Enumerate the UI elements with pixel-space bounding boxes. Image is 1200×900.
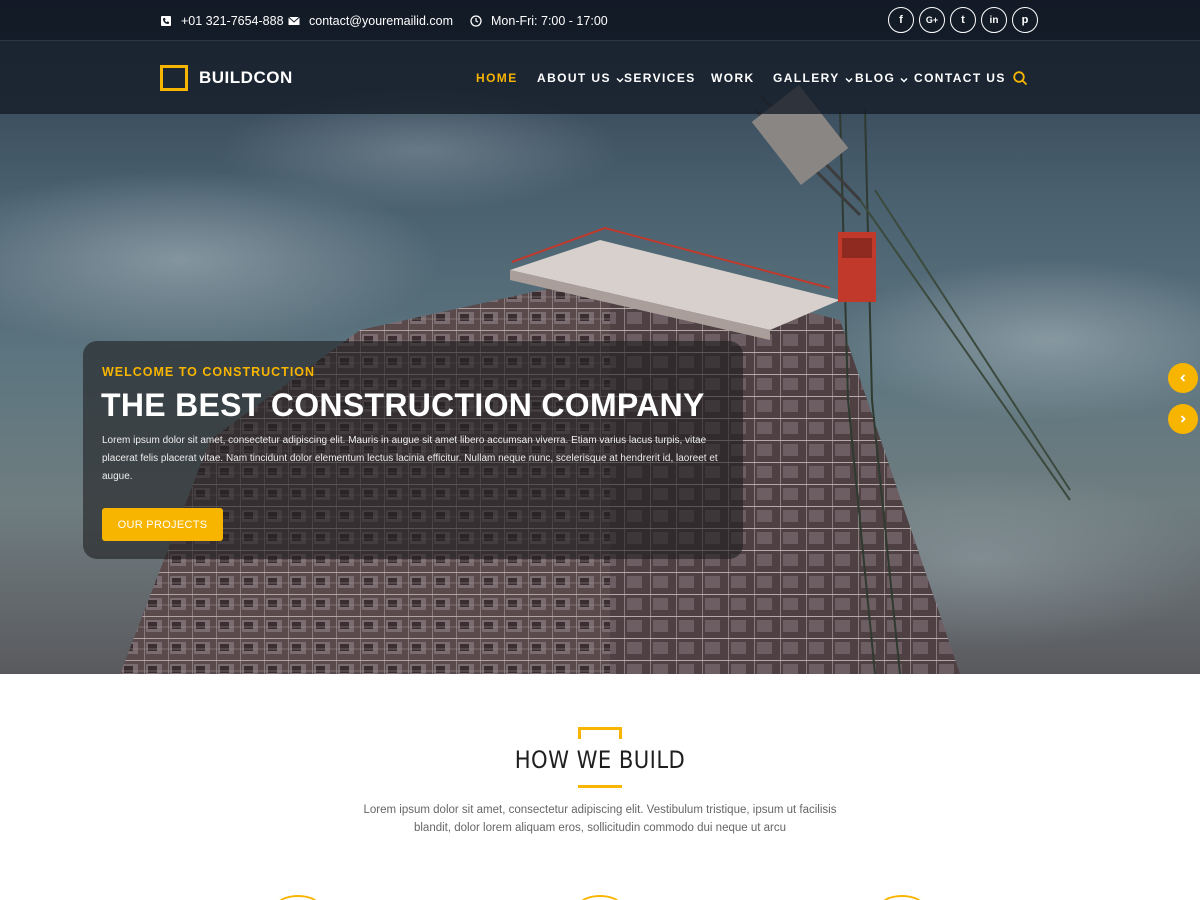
phone-text: +01 321-7654-888 — [181, 13, 284, 28]
social-links: f G+ t in p — [888, 7, 1038, 33]
section-title: HOW WE BUILD — [514, 746, 686, 774]
chevron-down-icon — [845, 77, 853, 83]
nav-about-us[interactable]: ABOUT US — [537, 71, 624, 85]
feature-icon-circle — [880, 895, 924, 900]
envelope-icon — [288, 16, 300, 25]
email-info[interactable]: contact@youremailid.com — [288, 0, 453, 41]
linkedin-icon[interactable]: in — [981, 7, 1007, 33]
nav-work[interactable]: WORK — [711, 71, 755, 85]
nav-gallery-label: GALLERY — [773, 71, 840, 85]
pinterest-icon[interactable]: p — [1012, 7, 1038, 33]
logo-mark-icon — [160, 65, 188, 91]
nav-contact-us-label: CONTACT US — [914, 71, 1006, 85]
hours-info: Mon-Fri: 7:00 - 17:00 — [470, 0, 608, 41]
nav-blog-label: BLOG — [855, 71, 896, 85]
search-icon[interactable] — [1013, 71, 1028, 86]
chevron-right-icon — [1180, 415, 1186, 423]
chevron-down-icon — [900, 77, 908, 83]
our-projects-button[interactable]: OUR PROJECTS — [102, 508, 223, 541]
nav-services-label: SERVICES — [624, 71, 696, 85]
chevron-left-icon — [1180, 374, 1186, 382]
nav-about-us-label: ABOUT US — [537, 71, 611, 85]
nav-blog[interactable]: BLOG — [855, 71, 908, 85]
phone-icon — [161, 15, 171, 26]
feature-icon-circle — [578, 895, 622, 900]
email-text: contact@youremailid.com — [309, 13, 453, 28]
section-title-decoration — [578, 727, 622, 739]
nav-contact-us[interactable]: CONTACT US — [914, 71, 1006, 85]
chevron-down-icon — [616, 77, 624, 83]
twitter-icon[interactable]: t — [950, 7, 976, 33]
clock-icon — [470, 14, 482, 27]
hero-kicker: WELCOME TO CONSTRUCTION — [102, 365, 316, 379]
feature-icon-circle — [276, 895, 320, 900]
slider-prev-button[interactable] — [1168, 363, 1198, 393]
facebook-icon[interactable]: f — [888, 7, 914, 33]
phone-info[interactable]: +01 321-7654-888 — [160, 0, 284, 41]
hero-caption-card: WELCOME TO CONSTRUCTION THE BEST CONSTRU… — [83, 341, 743, 559]
nav-gallery[interactable]: GALLERY — [773, 71, 853, 85]
top-info-bar: +01 321-7654-888 contact@youremailid.com… — [0, 0, 1200, 41]
nav-services[interactable]: SERVICES — [624, 71, 696, 85]
slider-next-button[interactable] — [1168, 404, 1198, 434]
brand-name: BUILDCON — [199, 68, 293, 87]
section-title-underline — [578, 785, 622, 788]
nav-home-label: HOME — [476, 71, 518, 85]
section-description: Lorem ipsum dolor sit amet, consectetur … — [363, 804, 837, 834]
hours-text: Mon-Fri: 7:00 - 17:00 — [491, 13, 608, 28]
main-navbar: BUILDCON HOME ABOUT US SERVICES WORK GAL… — [0, 41, 1200, 114]
hero-title: THE BEST CONSTRUCTION COMPANY — [101, 387, 705, 423]
site-logo[interactable]: BUILDCON — [160, 65, 293, 91]
nav-home[interactable]: HOME — [476, 71, 518, 85]
hero-description: Lorem ipsum dolor sit amet, consectetur … — [102, 435, 718, 482]
nav-work-label: WORK — [711, 71, 755, 85]
google-plus-icon[interactable]: G+ — [919, 7, 945, 33]
